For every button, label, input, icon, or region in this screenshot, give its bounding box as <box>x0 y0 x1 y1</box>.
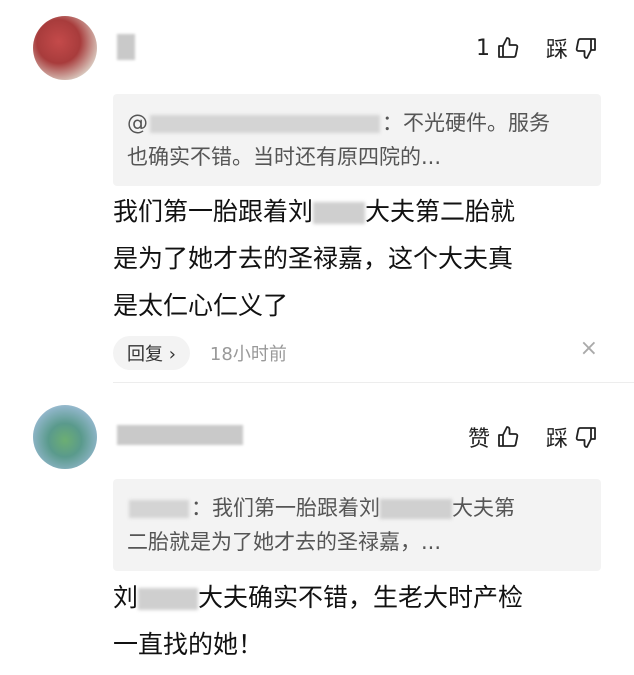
quoted-username-redacted <box>129 500 189 518</box>
avatar[interactable] <box>33 16 97 80</box>
thumb-up-icon <box>498 37 519 58</box>
username-redacted[interactable] <box>117 34 135 60</box>
quote-text: 二胎就是为了她才去的圣禄嘉，... <box>127 530 442 554</box>
name-redacted <box>138 588 199 610</box>
comment-actions: 赞 踩 <box>468 421 598 453</box>
like-count: 1 <box>475 35 490 61</box>
dislike-label: 踩 <box>545 427 568 452</box>
thumb-down-icon <box>575 38 596 59</box>
comment-body: 我们第一胎跟着刘 大夫第二胎就 是为了她才去的圣禄嘉，这个大夫真 是太仁心仁义了 <box>113 197 516 320</box>
close-icon[interactable]: × <box>580 336 598 361</box>
avatar[interactable] <box>33 405 97 469</box>
dislike-button[interactable]: 踩 <box>546 32 598 64</box>
thumb-up-icon <box>498 426 519 447</box>
quote-text: ：我们第一胎跟着刘 <box>191 496 380 520</box>
timestamp: 18小时前 <box>209 344 287 365</box>
quote-prefix: @ <box>127 111 148 135</box>
quoted-reply[interactable]: ：我们第一胎跟着刘 大夫第 二胎就是为了她才去的圣禄嘉，... <box>113 479 601 571</box>
like-label: 赞 <box>467 427 490 452</box>
name-redacted <box>313 202 366 224</box>
dislike-button[interactable]: 踩 <box>546 421 598 453</box>
thumb-down-icon <box>575 427 596 448</box>
like-button[interactable]: 1 <box>476 36 520 61</box>
comment-meta: 回复 › 18小时前 <box>113 336 287 370</box>
comment-actions: 1 踩 <box>476 32 598 64</box>
quote-text: 大夫第 <box>452 496 515 520</box>
username-redacted[interactable] <box>117 425 243 445</box>
name-redacted <box>380 499 452 519</box>
quoted-reply[interactable]: @ ：不光硬件。服务 也确实不错。当时还有原四院的... <box>113 94 601 186</box>
divider <box>113 382 634 383</box>
dislike-label: 踩 <box>545 38 568 63</box>
quote-text: ：不光硬件。服务 <box>382 111 550 135</box>
comment-body: 刘大夫确实不错，生老大时产检 一直找的她！ <box>113 583 524 659</box>
reply-button[interactable]: 回复 › <box>113 336 190 370</box>
quoted-username-redacted <box>150 115 380 133</box>
like-button[interactable]: 赞 <box>468 421 520 453</box>
quote-text: 也确实不错。当时还有原四院的... <box>127 145 442 169</box>
